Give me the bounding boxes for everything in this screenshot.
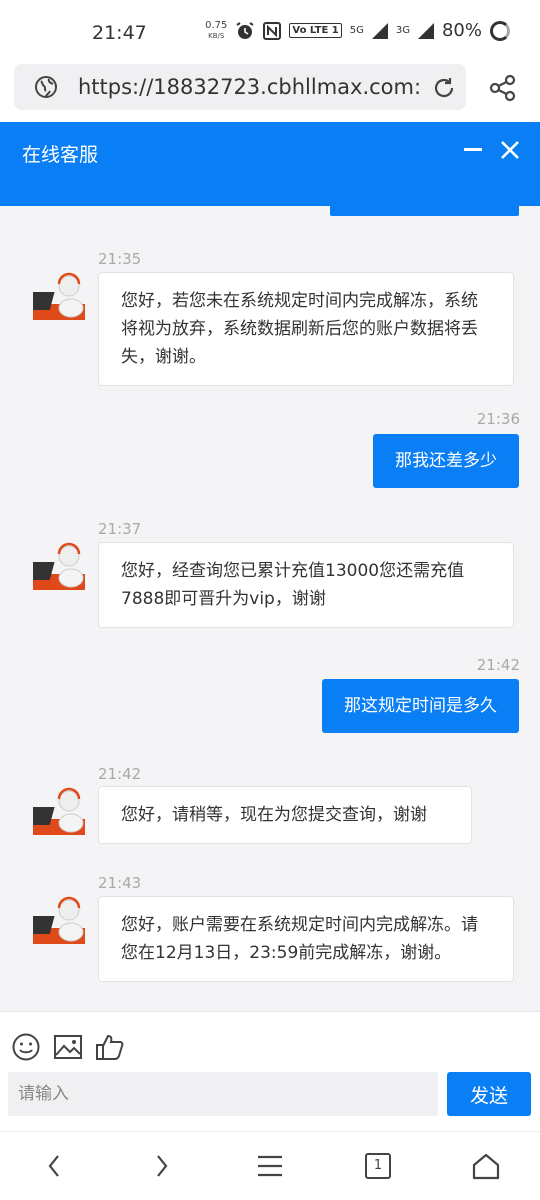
user-message-bubble: 那我还差多少 xyxy=(373,434,519,488)
browser-toolbar: https://18832723.cbhllmax.com: xyxy=(0,64,540,122)
tab-count: 1 xyxy=(365,1153,391,1179)
battery-icon xyxy=(490,20,510,41)
back-button[interactable] xyxy=(38,1150,70,1182)
globe-icon xyxy=(35,76,57,98)
page-title: 在线客服 xyxy=(22,144,99,166)
close-icon[interactable] xyxy=(500,140,520,160)
home-button[interactable] xyxy=(470,1150,502,1182)
message-input[interactable] xyxy=(8,1072,438,1116)
signal-5g-icon xyxy=(371,22,388,39)
minimize-icon[interactable] xyxy=(464,148,482,151)
status-time: 21:47 xyxy=(92,22,147,44)
chat-area[interactable]: 21:35 您好，若您未在系统规定时间内完成解冻，系统将视为放弃，系统数据刷新后… xyxy=(0,206,540,1011)
alarm-icon xyxy=(236,21,254,39)
user-message-bubble: 那这规定时间是多久 xyxy=(322,679,519,733)
message-time: 21:42 xyxy=(476,656,520,674)
home-icon xyxy=(472,1153,500,1180)
message-time: 21:43 xyxy=(98,874,142,892)
previous-message-bubble xyxy=(330,206,519,216)
url-text[interactable]: https://18832723.cbhllmax.com: xyxy=(78,75,424,99)
tabs-button[interactable]: 1 xyxy=(362,1150,394,1182)
address-bar[interactable]: https://18832723.cbhllmax.com: xyxy=(14,64,466,110)
signal-5g-label: 5G xyxy=(349,25,364,36)
signal-3g-label: 3G xyxy=(395,25,410,36)
send-button[interactable]: 发送 xyxy=(447,1072,531,1116)
forward-button[interactable] xyxy=(146,1150,178,1182)
chevron-right-icon xyxy=(157,1155,168,1177)
message-time: 21:37 xyxy=(98,520,142,538)
menu-icon xyxy=(258,1155,282,1177)
agent-message-bubble: 您好，账户需要在系统规定时间内完成解冻。请您在12月13日，23:59前完成解冻… xyxy=(98,896,514,982)
network-speed: 0.75 KB/S xyxy=(205,19,228,40)
nfc-icon xyxy=(263,21,282,40)
agent-avatar xyxy=(33,542,85,590)
image-icon[interactable] xyxy=(53,1032,83,1062)
chevron-left-icon xyxy=(48,1155,59,1177)
agent-avatar xyxy=(33,787,85,835)
agent-avatar xyxy=(33,896,85,944)
thumbs-up-icon[interactable] xyxy=(95,1032,125,1062)
volte-badge: Vo LTE 1 xyxy=(289,23,342,38)
message-time: 21:35 xyxy=(98,250,142,268)
browser-nav-bar: 1 xyxy=(0,1131,540,1200)
status-icons: 0.75 KB/S Vo LTE 1 5G 3G 80% xyxy=(205,20,510,41)
menu-button[interactable] xyxy=(254,1150,286,1182)
agent-message-bubble: 您好，经查询您已累计充值13000您还需充值7888即可晋升为vip，谢谢 xyxy=(98,542,514,628)
message-time: 21:36 xyxy=(476,410,520,428)
reload-icon[interactable] xyxy=(432,76,456,100)
emoji-icon[interactable] xyxy=(11,1032,41,1062)
composer: 发送 xyxy=(0,1011,540,1131)
chat-header: 在线客服 xyxy=(0,122,540,206)
battery-percent: 80% xyxy=(441,20,482,41)
agent-avatar xyxy=(33,272,85,320)
share-icon[interactable] xyxy=(488,73,518,103)
status-bar: 21:47 0.75 KB/S Vo LTE 1 5G 3G 80% xyxy=(0,0,540,64)
signal-3g-icon xyxy=(417,22,434,39)
message-time: 21:42 xyxy=(98,765,142,783)
agent-message-bubble: 您好，若您未在系统规定时间内完成解冻，系统将视为放弃，系统数据刷新后您的账户数据… xyxy=(98,272,514,386)
agent-message-bubble: 您好，请稍等，现在为您提交查询，谢谢 xyxy=(98,786,472,844)
